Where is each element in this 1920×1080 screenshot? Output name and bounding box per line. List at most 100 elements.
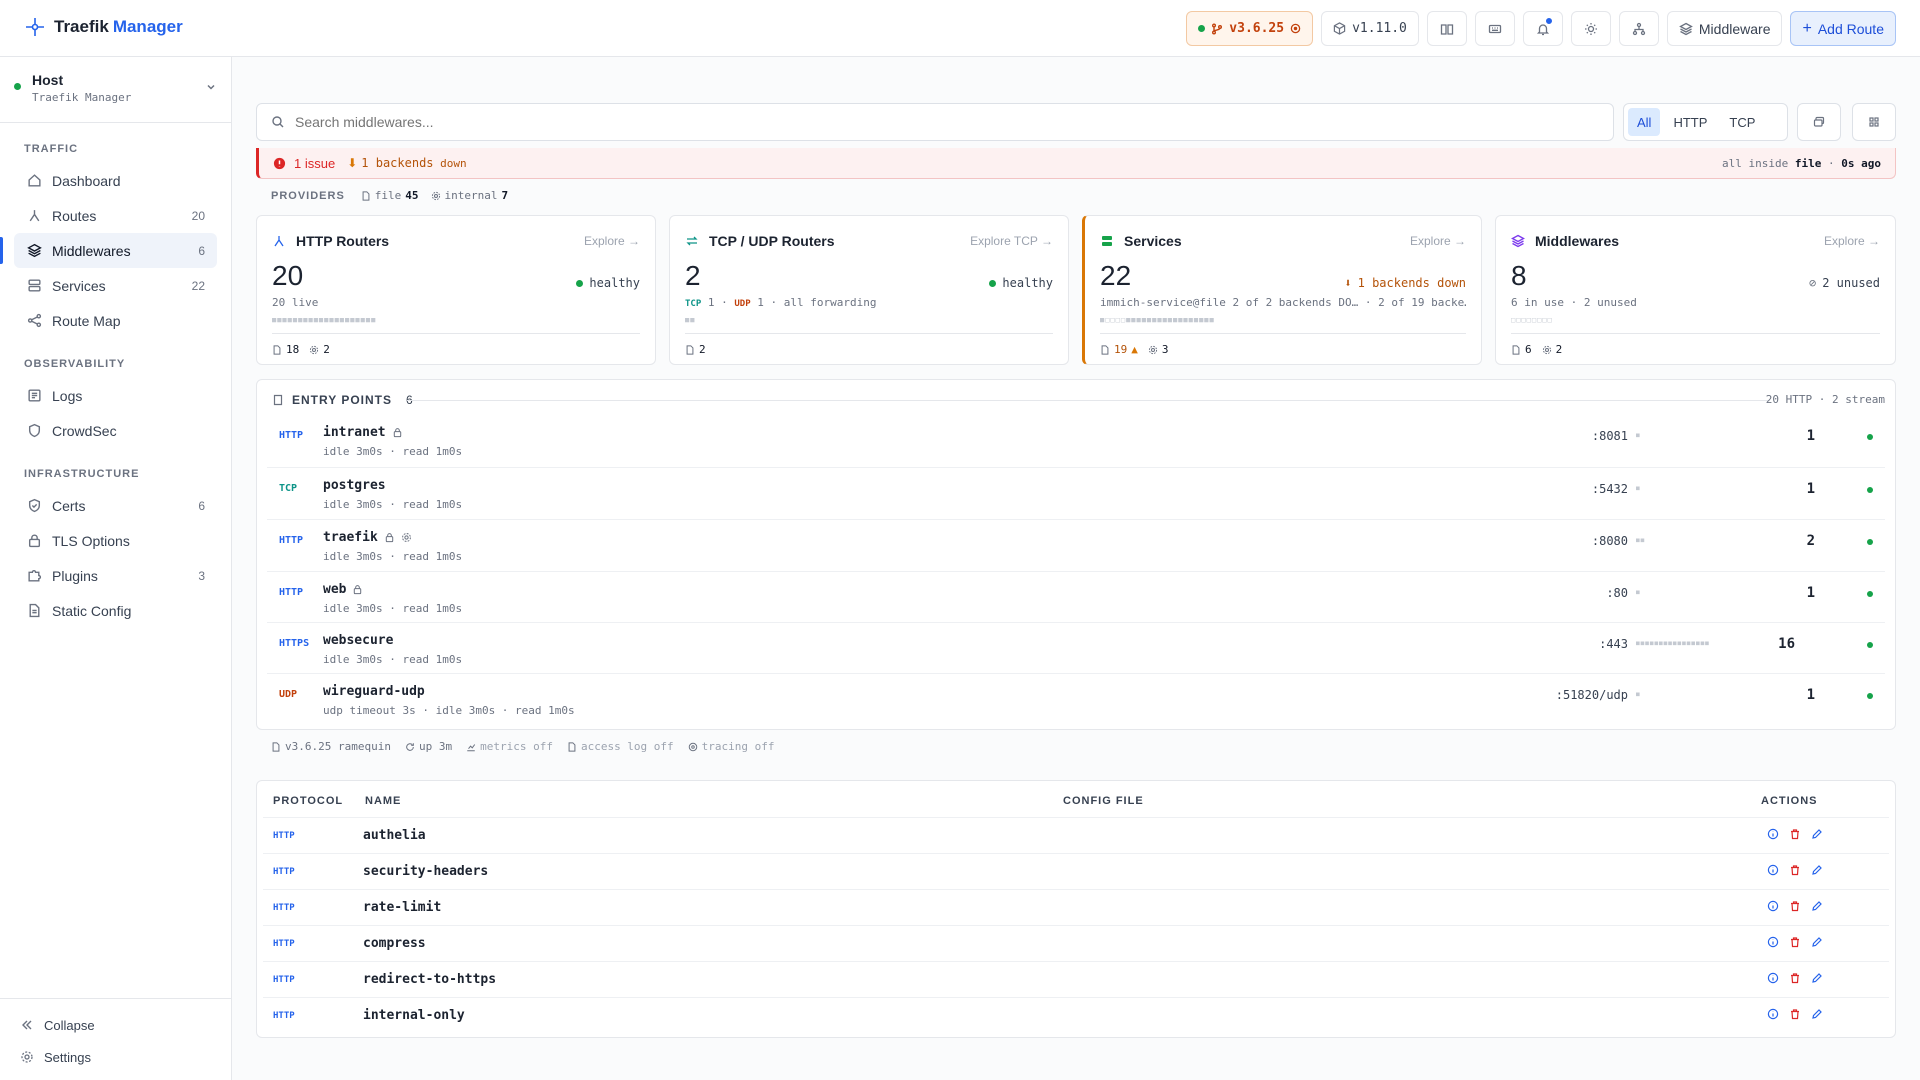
card-subtext: TCP 1 · UDP 1 · all forwarding <box>685 296 877 309</box>
edit-icon[interactable] <box>1811 864 1823 876</box>
issue-banner[interactable]: 1 issue ⬇ 1 backends down all inside fil… <box>256 148 1896 179</box>
search-box[interactable] <box>256 103 1614 141</box>
sidebar-item-label: TLS Options <box>52 532 130 549</box>
info-icon[interactable] <box>1767 972 1779 984</box>
trash-icon[interactable] <box>1789 1008 1801 1020</box>
trash-icon[interactable] <box>1789 972 1801 984</box>
arrows-swap-icon <box>685 234 699 248</box>
sidebar-item-static-config[interactable]: Static Config <box>14 593 217 628</box>
terminal-button[interactable] <box>1474 11 1515 46</box>
sidebar-item-tls-options[interactable]: TLS Options <box>14 523 217 558</box>
host-selector[interactable]: Host Traefik Manager <box>0 57 231 123</box>
services-card[interactable]: Services Explore → 22 ⬇ 1 backends down i… <box>1082 215 1482 365</box>
gear-icon <box>309 345 319 355</box>
card-status-text: 1 backends down <box>1357 276 1466 290</box>
manager-version-button[interactable]: v1.11.0 <box>1321 11 1419 46</box>
section-traffic: TRAFFIC <box>24 143 79 155</box>
card-title: HTTP Routers <box>296 233 390 249</box>
card-subtext: 20 live <box>272 296 319 309</box>
explore-link[interactable]: Explore → <box>584 234 640 248</box>
table-row[interactable]: HTTP rate-limit <box>263 889 1889 925</box>
sidebar-item-dashboard[interactable]: Dashboard <box>14 163 217 198</box>
filter-http[interactable]: HTTP <box>1664 108 1716 136</box>
explore-link[interactable]: Explore → <box>1410 234 1466 248</box>
grid-view-button[interactable] <box>1852 103 1896 141</box>
sidebar-item-routes[interactable]: Routes 20 <box>14 198 217 233</box>
entry-point-name: traefik <box>323 530 378 545</box>
entry-point-name: postgres <box>323 478 386 493</box>
sidebar-item-label: Routes <box>52 207 97 224</box>
edit-icon[interactable] <box>1811 900 1823 912</box>
table-row[interactable]: HTTP internal-only <box>263 997 1889 1033</box>
trash-icon[interactable] <box>1789 936 1801 948</box>
explore-tcp-link[interactable]: Explore TCP → <box>970 234 1053 248</box>
topology-button[interactable] <box>1618 11 1659 46</box>
middlewares-card[interactable]: Middlewares Explore → 8 ⊘ 2 unused 6 in u… <box>1495 215 1896 365</box>
sidebar-item-logs[interactable]: Logs <box>14 378 217 413</box>
table-row[interactable]: HTTP authelia <box>263 817 1889 853</box>
host-status-dot <box>14 83 21 90</box>
sidebar-item-route-map[interactable]: Route Map <box>14 303 217 338</box>
filter-tcp[interactable]: TCP <box>1720 108 1764 136</box>
provider-internal-count: 7 <box>501 189 509 202</box>
entry-point-meta: idle 3m0s · read 1m0s <box>323 602 463 615</box>
trash-icon[interactable] <box>1789 900 1801 912</box>
table-row[interactable]: HTTP security-headers <box>263 853 1889 889</box>
notifications-button[interactable] <box>1522 11 1563 46</box>
entry-point-port: :80 <box>1606 586 1628 600</box>
notification-badge <box>1544 17 1553 25</box>
info-icon[interactable] <box>1767 936 1779 948</box>
edit-icon[interactable] <box>1811 972 1823 984</box>
compact-view-button[interactable] <box>1797 103 1841 141</box>
http-routers-card[interactable]: HTTP Routers Explore → 20 healthy 20 liv… <box>256 215 656 365</box>
middleware-name: compress <box>363 936 426 951</box>
card-title: Services <box>1124 233 1182 249</box>
filter-all[interactable]: All <box>1628 108 1661 136</box>
column-header-name[interactable]: NAME <box>365 795 401 807</box>
table-row[interactable]: HTTP redirect-to-https <box>263 961 1889 997</box>
entry-point-row[interactable]: UDP wireguard-udp udp timeout 3s · idle … <box>267 673 1885 724</box>
sidebar-item-services[interactable]: Services 22 <box>14 268 217 303</box>
edit-icon[interactable] <box>1811 1008 1823 1020</box>
theme-toggle-button[interactable] <box>1570 11 1611 46</box>
entry-points-panel: ENTRY POINTS 6 20 HTTP · 2 stream HTTP i… <box>256 379 1896 730</box>
provider-file[interactable]: file 45 <box>361 189 419 202</box>
file-icon <box>1511 344 1521 355</box>
edit-icon[interactable] <box>1811 828 1823 840</box>
sidebar-item-certs[interactable]: Certs 6 <box>14 488 217 523</box>
sidebar-item-plugins[interactable]: Plugins 3 <box>14 558 217 593</box>
internal-count-value: 3 <box>1161 343 1169 356</box>
entry-point-row[interactable]: HTTP intranet idle 3m0s · read 1m0s :808… <box>267 415 1885 466</box>
collapse-button[interactable]: Collapse <box>0 1009 232 1041</box>
search-input[interactable] <box>295 114 1595 130</box>
trash-icon[interactable] <box>1789 864 1801 876</box>
add-route-button[interactable]: + Add Route <box>1790 11 1896 46</box>
share-icon <box>26 313 42 328</box>
entry-point-row[interactable]: HTTPS websecure idle 3m0s · read 1m0s :4… <box>267 622 1885 673</box>
info-icon[interactable] <box>1767 1008 1779 1020</box>
sidebar-item-crowdsec[interactable]: CrowdSec <box>14 413 217 448</box>
entry-point-row[interactable]: HTTP traefik idle 3m0s · read 1m0s :8080… <box>267 519 1885 570</box>
docs-button[interactable] <box>1426 11 1467 46</box>
info-icon[interactable] <box>1767 828 1779 840</box>
protocol-badge: HTTPS <box>279 638 310 649</box>
middleware-button[interactable]: Middleware <box>1666 11 1783 46</box>
trash-icon[interactable] <box>1789 828 1801 840</box>
info-icon[interactable] <box>1767 900 1779 912</box>
entry-point-row[interactable]: TCP postgres idle 3m0s · read 1m0s :5432… <box>267 467 1885 518</box>
provider-internal[interactable]: internal 7 <box>431 189 509 202</box>
explore-link[interactable]: Explore → <box>1824 234 1880 248</box>
card-status: healthy <box>576 276 640 290</box>
column-header-config-file[interactable]: CONFIG FILE <box>1063 795 1144 807</box>
entry-point-row[interactable]: HTTP web idle 3m0s · read 1m0s :80 ■ 1 <box>267 571 1885 622</box>
info-icon[interactable] <box>1767 864 1779 876</box>
traefik-version-button[interactable]: v3.6.25 <box>1186 11 1314 46</box>
tcp-udp-routers-card[interactable]: TCP / UDP Routers Explore TCP → 2 health… <box>669 215 1069 365</box>
shield-icon <box>26 423 42 438</box>
column-header-protocol[interactable]: PROTOCOL <box>273 795 343 807</box>
edit-icon[interactable] <box>1811 936 1823 948</box>
sidebar-item-middlewares[interactable]: Middlewares 6 <box>0 233 217 268</box>
settings-button[interactable]: Settings <box>0 1041 232 1073</box>
table-row[interactable]: HTTP compress <box>263 925 1889 961</box>
brand-logo[interactable]: Traefik Manager <box>24 16 183 38</box>
